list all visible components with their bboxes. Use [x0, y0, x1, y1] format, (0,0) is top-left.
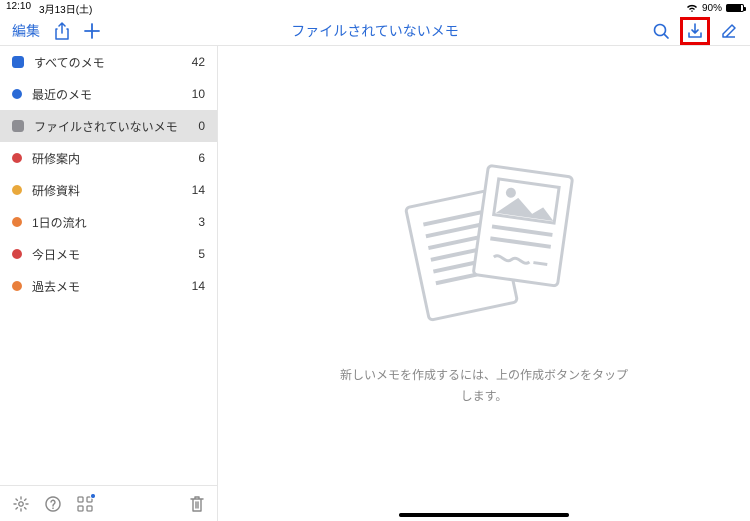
- sidebar-item-6[interactable]: 今日メモ5: [0, 238, 217, 270]
- sidebar-item-count: 10: [192, 87, 205, 101]
- folder-list: すべてのメモ42最近のメモ10ファイルされていないメモ0研修案内6研修資料141…: [0, 46, 217, 485]
- sidebar-item-7[interactable]: 過去メモ14: [0, 270, 217, 302]
- sidebar-item-label: 1日の流れ: [32, 214, 198, 231]
- download-icon[interactable]: [680, 17, 710, 45]
- folder-dot-icon: [12, 89, 22, 99]
- sidebar-item-4[interactable]: 研修資料14: [0, 174, 217, 206]
- sidebar-item-5[interactable]: 1日の流れ3: [0, 206, 217, 238]
- empty-illustration: [384, 161, 584, 341]
- notes-stack-icon: [12, 120, 24, 132]
- main-pane: 新しいメモを作成するには、上の作成ボタンをタップ します。: [218, 46, 750, 521]
- home-indicator: [399, 513, 569, 517]
- status-bar: 12:10 3月13日(土) 90%: [0, 0, 750, 16]
- sidebar-footer: [0, 485, 217, 521]
- help-icon[interactable]: [44, 495, 62, 513]
- empty-state-text: 新しいメモを作成するには、上の作成ボタンをタップ します。: [340, 365, 628, 406]
- sidebar-item-label: ファイルされていないメモ: [34, 118, 198, 135]
- sidebar-item-0[interactable]: すべてのメモ42: [0, 46, 217, 78]
- search-icon[interactable]: [652, 22, 670, 40]
- status-time: 12:10: [6, 1, 31, 16]
- sidebar-item-count: 6: [198, 151, 205, 165]
- settings-icon[interactable]: [12, 495, 30, 513]
- sidebar-item-label: 過去メモ: [32, 278, 192, 295]
- sidebar-item-3[interactable]: 研修案内6: [0, 142, 217, 174]
- notes-stack-icon: [12, 56, 24, 68]
- sidebar-item-label: すべてのメモ: [34, 54, 192, 71]
- sidebar-item-count: 14: [192, 279, 205, 293]
- sidebar-item-count: 5: [198, 247, 205, 261]
- folder-dot-icon: [12, 249, 22, 259]
- apps-icon[interactable]: [76, 495, 94, 513]
- sidebar-item-label: 研修資料: [32, 182, 192, 199]
- badge-dot: [90, 493, 96, 499]
- battery-icon: [726, 4, 744, 12]
- sidebar-item-2[interactable]: ファイルされていないメモ0: [0, 110, 217, 142]
- wifi-icon: [686, 3, 698, 13]
- sidebar: すべてのメモ42最近のメモ10ファイルされていないメモ0研修案内6研修資料141…: [0, 46, 218, 521]
- folder-dot-icon: [12, 153, 22, 163]
- compose-icon[interactable]: [720, 22, 738, 40]
- app-header: 編集 ファイルされていないメモ: [0, 16, 750, 46]
- sidebar-item-1[interactable]: 最近のメモ10: [0, 78, 217, 110]
- share-icon[interactable]: [54, 22, 70, 40]
- sidebar-item-count: 42: [192, 55, 205, 69]
- status-date: 3月13日(土): [39, 1, 92, 16]
- sidebar-item-count: 0: [198, 119, 205, 133]
- sidebar-item-label: 研修案内: [32, 150, 198, 167]
- sidebar-item-label: 今日メモ: [32, 246, 198, 263]
- edit-button[interactable]: 編集: [12, 21, 40, 41]
- sidebar-item-count: 3: [198, 215, 205, 229]
- folder-dot-icon: [12, 281, 22, 291]
- page-title: ファイルされていないメモ: [291, 21, 459, 41]
- sidebar-item-count: 14: [192, 183, 205, 197]
- battery-percent: 90%: [702, 3, 722, 14]
- add-icon[interactable]: [84, 23, 100, 39]
- folder-dot-icon: [12, 185, 22, 195]
- sidebar-item-label: 最近のメモ: [32, 86, 192, 103]
- trash-icon[interactable]: [189, 495, 205, 513]
- folder-dot-icon: [12, 217, 22, 227]
